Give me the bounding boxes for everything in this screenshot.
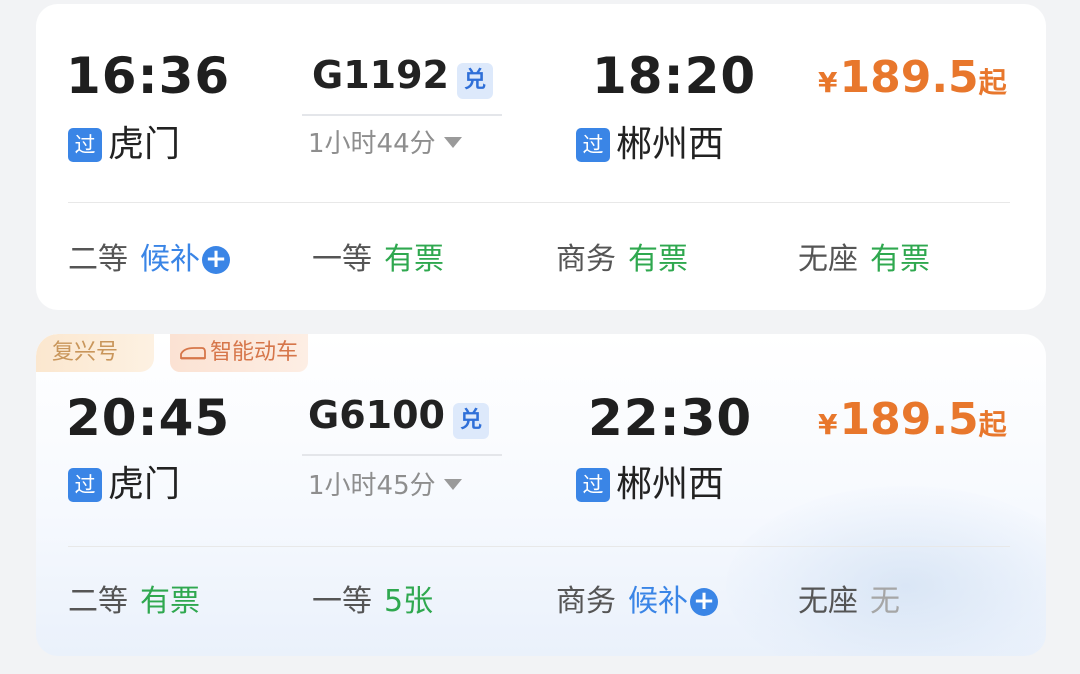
depart-time: 20:45 xyxy=(66,389,231,447)
card-divider xyxy=(68,202,1010,203)
seat-class-label: 无座 xyxy=(798,584,858,619)
price: ¥189.5起 xyxy=(818,390,1007,459)
from-station-name: 虎门 xyxy=(108,464,181,505)
seat-status: 有票 xyxy=(384,242,444,277)
seat-no-seat[interactable]: 无座 无 xyxy=(798,584,900,620)
pass-through-badge: 过 xyxy=(576,128,610,162)
seat-first-class[interactable]: 一等 5张 xyxy=(312,584,433,620)
pass-through-badge: 过 xyxy=(68,468,102,502)
price-suffix: 起 xyxy=(978,408,1007,441)
seat-status: 候补 xyxy=(628,584,688,619)
caret-down-icon xyxy=(443,479,462,490)
price-suffix: 起 xyxy=(978,66,1007,99)
depart-time: 16:36 xyxy=(66,47,231,105)
seat-class-label: 二等 xyxy=(68,242,128,277)
pass-through-badge: 过 xyxy=(576,468,610,502)
smart-emu-label: 智能动车 xyxy=(210,340,299,365)
to-station: 过 郴州西 xyxy=(576,124,724,166)
from-station-name: 虎门 xyxy=(108,124,181,165)
add-waitlist-icon[interactable]: + xyxy=(202,246,230,274)
seat-status: 无 xyxy=(870,584,900,619)
from-station: 过 虎门 xyxy=(68,464,180,506)
exchange-badge: 兑 xyxy=(452,402,489,439)
seat-class-label: 商务 xyxy=(556,242,616,277)
price-amount: 189.5 xyxy=(839,52,979,103)
to-station: 过 郴州西 xyxy=(576,464,724,506)
train-number-block: G6100 兑 xyxy=(308,392,489,442)
price-symbol: ¥ xyxy=(818,408,838,441)
seat-business-class[interactable]: 商务 有票 xyxy=(556,242,688,278)
seat-class-label: 商务 xyxy=(556,584,616,619)
arrive-time: 22:30 xyxy=(588,389,753,447)
seat-class-label: 无座 xyxy=(798,242,858,277)
arrive-time: 18:20 xyxy=(592,47,757,105)
add-waitlist-icon[interactable]: + xyxy=(690,588,718,616)
card-divider xyxy=(68,546,1010,547)
fuxing-tag: 复兴号 xyxy=(36,334,154,372)
seat-class-label: 二等 xyxy=(68,584,128,619)
duration-text: 1小时45分 xyxy=(308,471,436,501)
background-wave xyxy=(726,486,1046,656)
to-station-name: 郴州西 xyxy=(616,464,725,505)
duration-text: 1小时44分 xyxy=(308,129,436,159)
seat-status: 有票 xyxy=(870,242,930,277)
seat-business-class[interactable]: 商务 候补 + xyxy=(556,584,718,620)
pass-through-badge: 过 xyxy=(68,128,102,162)
price: ¥189.5起 xyxy=(818,48,1007,117)
seat-status: 有票 xyxy=(628,242,688,277)
duration-toggle[interactable]: 1小时44分 xyxy=(308,128,462,160)
seat-second-class[interactable]: 二等 候补 + xyxy=(68,242,230,278)
route-line xyxy=(302,114,502,116)
route-line xyxy=(302,454,502,456)
train-card-g6100[interactable]: 复兴号 智能动车 20:45 G6100 兑 1小时45分 22:30 ¥189.… xyxy=(36,334,1046,656)
caret-down-icon xyxy=(443,137,462,148)
price-amount: 189.5 xyxy=(839,394,979,445)
to-station-name: 郴州西 xyxy=(616,124,725,165)
seat-no-seat[interactable]: 无座 有票 xyxy=(798,242,930,278)
seat-class-label: 一等 xyxy=(312,584,372,619)
smart-emu-tag: 智能动车 xyxy=(170,334,309,372)
train-card-g1192[interactable]: 16:36 G1192 兑 1小时44分 18:20 ¥189.5起 过 虎门 过… xyxy=(36,4,1046,310)
seat-class-label: 一等 xyxy=(312,242,372,277)
price-symbol: ¥ xyxy=(818,66,838,99)
seat-status: 5张 xyxy=(384,584,434,619)
exchange-badge: 兑 xyxy=(456,62,493,99)
train-number-block: G1192 兑 xyxy=(312,52,493,102)
bullet-train-icon xyxy=(180,347,206,360)
seat-status: 有票 xyxy=(140,584,200,619)
seat-status: 候补 xyxy=(140,242,200,277)
train-number: G1192 xyxy=(312,53,449,97)
from-station: 过 虎门 xyxy=(68,124,180,166)
duration-toggle[interactable]: 1小时45分 xyxy=(308,470,462,502)
seat-first-class[interactable]: 一等 有票 xyxy=(312,242,444,278)
seat-second-class[interactable]: 二等 有票 xyxy=(68,584,200,620)
train-number: G6100 xyxy=(308,393,445,437)
